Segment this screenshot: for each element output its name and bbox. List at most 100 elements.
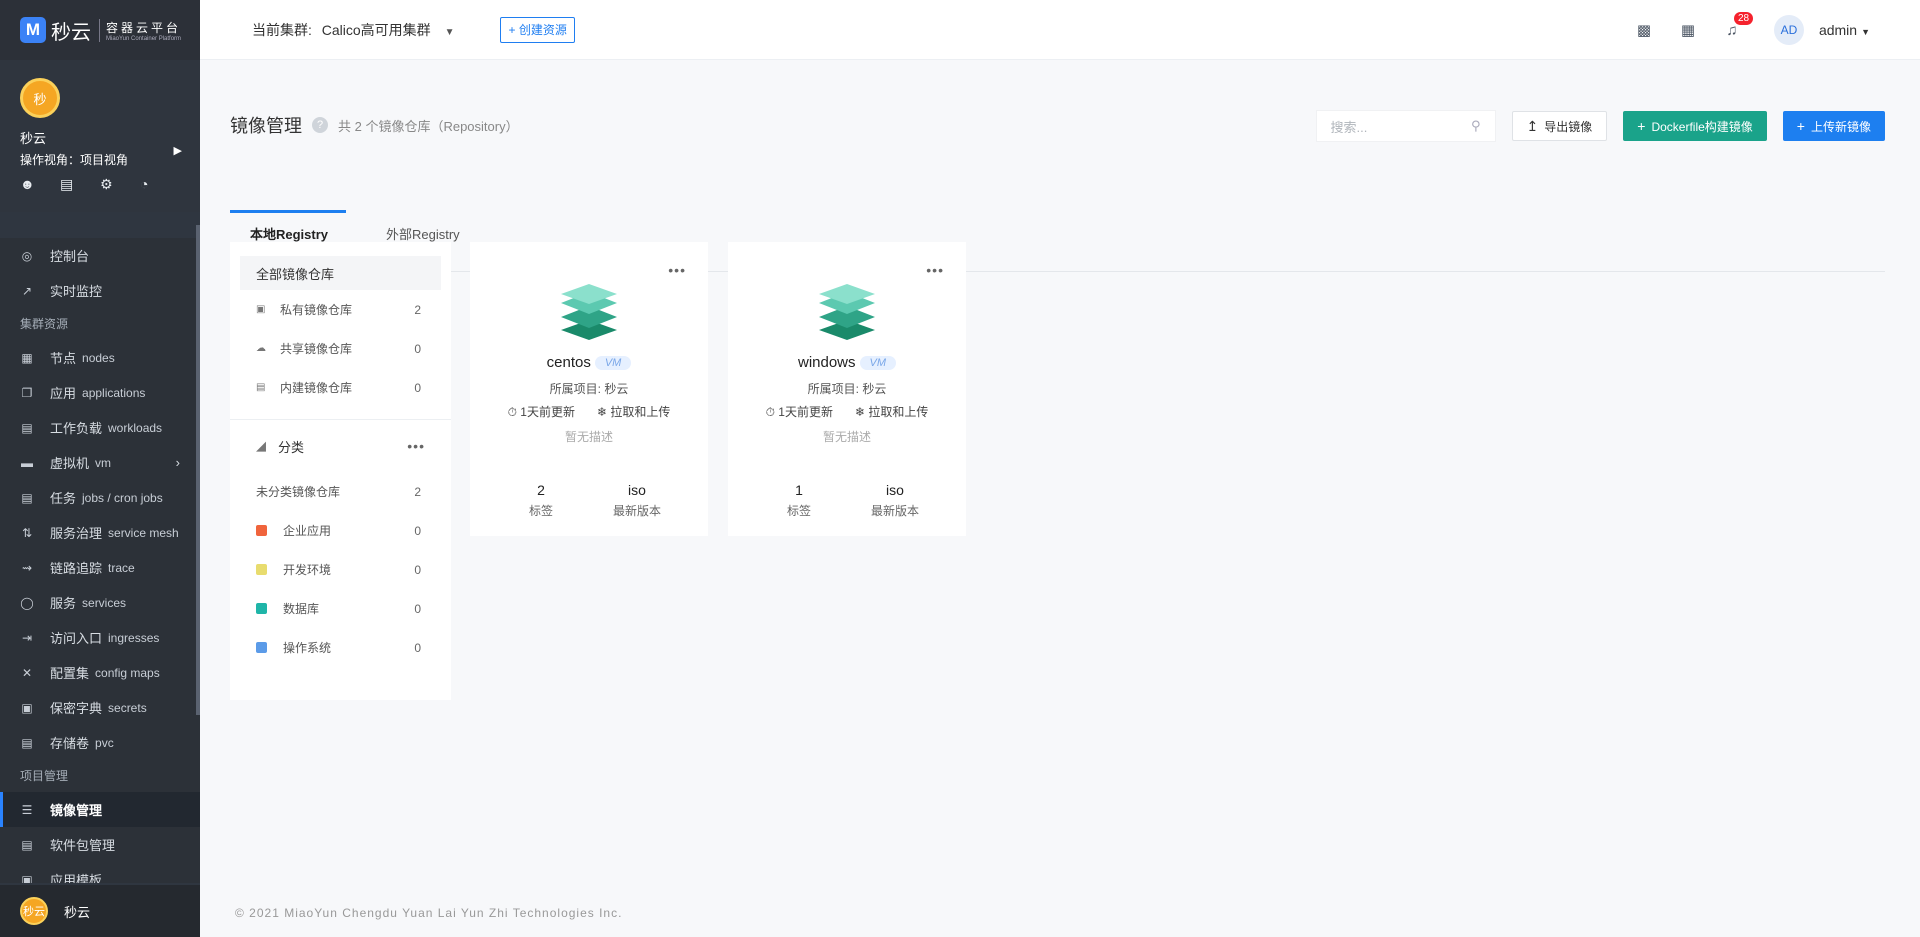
pie-icon[interactable]: ◔ bbox=[140, 176, 180, 193]
nav-item-pvc[interactable]: ▤ 存储卷 pvc bbox=[0, 725, 200, 760]
nav-label-en: secrets bbox=[108, 700, 147, 715]
list-item-count: 0 bbox=[414, 601, 421, 616]
nav-label: 保密字典 bbox=[50, 701, 103, 716]
stat-label: 最新版本 bbox=[612, 504, 661, 518]
image-stack-icon bbox=[561, 284, 617, 340]
nav-item-console[interactable]: ◎ 控制台 bbox=[0, 238, 200, 273]
view-switch-icon[interactable]: ▶ bbox=[174, 144, 182, 157]
button-label: 上传新镜像 bbox=[1810, 119, 1871, 134]
cluster-label: 当前集群: bbox=[252, 21, 312, 38]
repo-type-private[interactable]: ▣ 私有镜像仓库 2 bbox=[230, 290, 451, 329]
create-resource-button[interactable]: + 创建资源 bbox=[500, 16, 575, 43]
logo[interactable]: M 秒云 容器云平台 MiaoYun Container Platform bbox=[0, 0, 200, 60]
nav-item-vm[interactable]: ▬ 虚拟机 vm › bbox=[0, 445, 200, 480]
sidebar-scrollbar[interactable] bbox=[196, 225, 200, 715]
terminal-icon[interactable]: ▩ bbox=[1622, 21, 1666, 39]
nav-item-services[interactable]: ◯ 服务 services bbox=[0, 585, 200, 620]
operation-view: 操作视角：项目视角 bbox=[20, 153, 129, 167]
nav-item-configmaps[interactable]: ✕ 配置集 config maps bbox=[0, 655, 200, 690]
repo-card-windows[interactable]: ••• windows VM 所属项目: 秒云 ⏱ 1天前更新 ❄ 拉取和上传 暂无… bbox=[728, 242, 966, 536]
repo-permission: 拉取和上传 bbox=[868, 405, 929, 419]
avatar[interactable]: 秒 bbox=[20, 78, 60, 118]
upload-image-button[interactable]: + 上传新镜像 bbox=[1782, 111, 1885, 141]
help-icon[interactable]: ? bbox=[312, 117, 328, 133]
repo-name-row: windows VM bbox=[728, 354, 966, 371]
nav-label: 配置集 bbox=[50, 666, 90, 681]
nav-item-secrets[interactable]: ▣ 保密字典 secrets bbox=[0, 690, 200, 725]
page-title: 镜像管理 bbox=[230, 116, 302, 136]
repo-latest-stat: iso 最新版本 bbox=[850, 482, 940, 519]
user-icon[interactable]: ☻ bbox=[20, 176, 60, 193]
nav-item-ingresses[interactable]: ⇥ 访问入口 ingresses bbox=[0, 620, 200, 655]
main-content: 镜像管理 ? 共 2 个镜像仓库（Repository） 搜索... ⚲ ↥ 导出… bbox=[230, 60, 1885, 937]
category-uncategorized[interactable]: 未分类镜像仓库 2 bbox=[230, 472, 451, 511]
nav-item-applications[interactable]: ❐ 应用 applications bbox=[0, 375, 200, 410]
nav-label: 访问入口 bbox=[50, 631, 103, 646]
nav-menu: ◎ 控制台 ↗ 实时监控 集群资源 ▦ 节点 nodes ❐ 应用 applications… bbox=[0, 238, 200, 883]
nav-item-image-management[interactable]: ☰ 镜像管理 bbox=[0, 792, 200, 827]
configmap-icon: ✕ bbox=[21, 665, 33, 680]
user-avatar[interactable]: AD bbox=[1773, 15, 1804, 45]
user-menu[interactable]: admin ▼ bbox=[1819, 22, 1870, 38]
color-swatch bbox=[256, 603, 267, 614]
repo-meta: ⏱ 1天前更新 ❄ 拉取和上传 bbox=[728, 403, 966, 420]
more-icon[interactable]: ••• bbox=[407, 438, 425, 454]
copyright: © 2021 MiaoYun Chengdu Yuan Lai Yun Zhi … bbox=[235, 906, 623, 920]
chart-icon[interactable]: ▤ bbox=[60, 176, 100, 193]
nav-label: 实时监控 bbox=[50, 284, 103, 299]
nav-label-en: ingresses bbox=[108, 630, 160, 645]
brand-subtitle-en: MiaoYun Container Platform bbox=[106, 35, 182, 42]
nav-label-en: pvc bbox=[95, 735, 114, 750]
category-os[interactable]: 操作系统 0 bbox=[230, 628, 451, 667]
nav-item-service-mesh[interactable]: ⇅ 服务治理 service mesh bbox=[0, 515, 200, 550]
repo-name: centos bbox=[546, 354, 591, 371]
more-icon[interactable]: ••• bbox=[926, 262, 944, 278]
all-repositories[interactable]: 全部镜像仓库 bbox=[240, 256, 441, 290]
nav-label: 存储卷 bbox=[50, 736, 90, 751]
trace-icon: ⇝ bbox=[21, 560, 33, 575]
repo-type-builtin[interactable]: ▤ 内建镜像仓库 0 bbox=[230, 368, 451, 407]
clipboard-icon[interactable]: ▦ bbox=[1666, 21, 1710, 39]
repo-meta: ⏱ 1天前更新 ❄ 拉取和上传 bbox=[470, 403, 708, 420]
stat-value: iso bbox=[886, 482, 904, 498]
nav-item-nodes[interactable]: ▦ 节点 nodes bbox=[0, 340, 200, 375]
export-image-button[interactable]: ↥ 导出镜像 bbox=[1511, 111, 1608, 141]
repo-updated: 1天前更新 bbox=[520, 405, 575, 419]
settings-icon[interactable]: ⚙ bbox=[100, 176, 140, 193]
repo-description: 暂无描述 bbox=[822, 430, 871, 444]
nav-item-jobs[interactable]: ▤ 任务 jobs / cron jobs bbox=[0, 480, 200, 515]
category-enterprise-apps[interactable]: 企业应用 0 bbox=[230, 511, 451, 550]
category-database[interactable]: 数据库 0 bbox=[230, 589, 451, 628]
list-item-count: 0 bbox=[414, 523, 421, 538]
nav-label: 服务治理 bbox=[50, 526, 103, 541]
nav-item-monitor[interactable]: ↗ 实时监控 bbox=[0, 273, 200, 308]
repo-card-centos[interactable]: ••• centos VM 所属项目: 秒云 ⏱ 1天前更新 ❄ 拉取和上传 暂无描… bbox=[470, 242, 708, 536]
tab-local-registry[interactable]: 本地Registry bbox=[250, 224, 328, 243]
tab-external-registry[interactable]: 外部Registry bbox=[386, 224, 460, 243]
repo-name: windows bbox=[797, 354, 856, 371]
dockerfile-build-button[interactable]: + Dockerfile构建镜像 bbox=[1623, 111, 1767, 141]
tag-icon: ◢ bbox=[256, 438, 266, 453]
cluster-selector[interactable]: 当前集群: Calico高可用集群 ▼ bbox=[252, 20, 454, 40]
console-icon: ◎ bbox=[21, 248, 33, 263]
bell-icon[interactable]: ♫ 28 bbox=[1710, 11, 1754, 39]
nav-label: 链路追踪 bbox=[50, 561, 103, 576]
permission-icon: ❄ bbox=[596, 405, 608, 419]
nav-label: 虚拟机 bbox=[50, 456, 90, 471]
user-name: 秒云 bbox=[20, 131, 47, 146]
repo-description: 暂无描述 bbox=[564, 430, 613, 444]
category-dev-env[interactable]: 开发环境 0 bbox=[230, 550, 451, 589]
repo-type-shared[interactable]: ☁ 共享镜像仓库 0 bbox=[230, 329, 451, 368]
sidebar-footer-user[interactable]: 秒云 秒云 bbox=[0, 885, 200, 937]
search-input[interactable]: 搜索... ⚲ bbox=[1315, 110, 1496, 142]
nav-label-en: service mesh bbox=[108, 525, 179, 540]
nav-item-app-templates[interactable]: ▣ 应用模板 bbox=[0, 862, 200, 884]
nav-item-workloads[interactable]: ▤ 工作负载 workloads bbox=[0, 410, 200, 445]
package-icon: ▤ bbox=[21, 837, 33, 852]
repo-latest-stat: iso 最新版本 bbox=[592, 482, 682, 519]
nav-item-package-management[interactable]: ▤ 软件包管理 bbox=[0, 827, 200, 862]
plus-icon: + bbox=[1637, 118, 1646, 134]
more-icon[interactable]: ••• bbox=[668, 262, 686, 278]
nav-item-trace[interactable]: ⇝ 链路追踪 trace bbox=[0, 550, 200, 585]
nav-label: 工作负载 bbox=[50, 421, 103, 436]
